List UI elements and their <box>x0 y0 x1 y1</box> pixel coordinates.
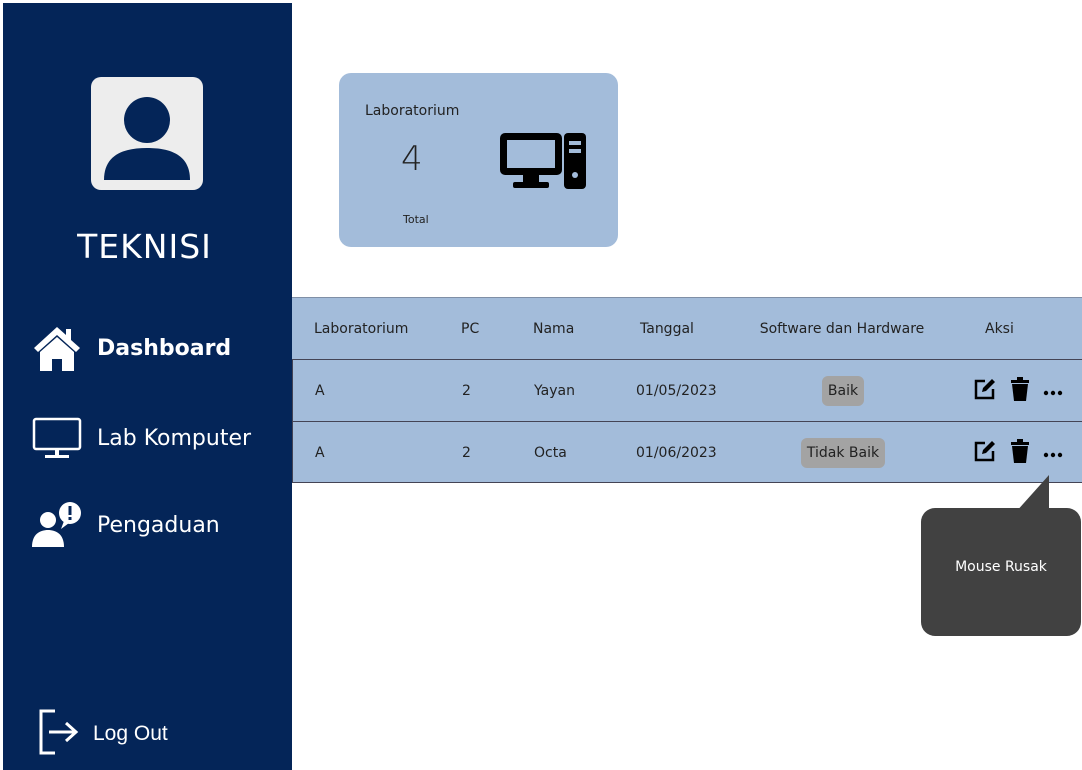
cell-pc: 2 <box>462 383 471 399</box>
nav-pengaduan[interactable]: Pengaduan <box>30 501 220 549</box>
desktop-computer-icon <box>499 131 587 195</box>
trash-icon[interactable] <box>1009 439 1031 467</box>
card-title: Laboratorium <box>365 103 460 119</box>
user-avatar-icon <box>104 97 190 180</box>
complaint-tooltip: Mouse Rusak <box>921 475 1081 636</box>
cell-nama: Octa <box>534 445 567 461</box>
row-actions <box>973 360 1063 422</box>
logout-icon <box>37 707 81 761</box>
more-options-icon[interactable] <box>1043 444 1063 463</box>
cell-nama: Yayan <box>534 383 575 399</box>
cell-status: Baik <box>753 360 933 422</box>
header-software-hardware: Software dan Hardware <box>759 321 925 337</box>
cell-laboratorium: A <box>315 383 325 399</box>
monitor-icon <box>30 415 84 461</box>
card-count: 4 <box>401 139 423 179</box>
table-row: A 2 Octa 01/06/2023 Tidak Baik <box>292 421 1082 483</box>
nav-lab-komputer[interactable]: Lab Komputer <box>30 415 251 461</box>
table-row: A 2 Yayan 01/05/2023 Baik <box>292 359 1082 421</box>
logout-button[interactable]: Log Out <box>37 707 168 761</box>
nav-dashboard[interactable]: Dashboard <box>30 323 231 373</box>
nav-dashboard-label: Dashboard <box>97 335 232 361</box>
home-icon <box>30 323 84 373</box>
app-root: TEKNISI Dashboard Lab Komputer Pengaduan… <box>0 0 1082 770</box>
logout-label: Log Out <box>93 722 168 745</box>
header-tanggal: Tanggal <box>640 321 694 337</box>
cell-tanggal: 01/05/2023 <box>636 383 717 399</box>
card-footer: Total <box>403 213 429 226</box>
header-nama: Nama <box>533 321 575 337</box>
user-role-title: TEKNISI <box>77 227 212 266</box>
cell-pc: 2 <box>462 445 471 461</box>
trash-icon[interactable] <box>1009 377 1031 405</box>
nav-pengaduan-label: Pengaduan <box>97 512 220 538</box>
cell-tanggal: 01/06/2023 <box>636 445 717 461</box>
cell-status: Tidak Baik <box>753 422 933 484</box>
table-header-row: Laboratorium PC Nama Tanggal Software da… <box>292 297 1082 359</box>
status-badge: Tidak Baik <box>800 438 886 468</box>
edit-icon[interactable] <box>973 377 997 405</box>
header-laboratorium: Laboratorium <box>314 321 409 337</box>
nav-lab-komputer-label: Lab Komputer <box>97 425 252 451</box>
user-alert-icon <box>30 501 84 549</box>
more-options-icon[interactable] <box>1043 382 1063 401</box>
avatar[interactable] <box>91 77 203 190</box>
status-badge: Baik <box>821 376 865 406</box>
edit-icon[interactable] <box>973 439 997 467</box>
header-aksi: Aksi <box>985 321 1014 337</box>
laporan-table: Laboratorium PC Nama Tanggal Software da… <box>292 297 1082 483</box>
sidebar: TEKNISI Dashboard Lab Komputer Pengaduan… <box>3 3 292 770</box>
header-pc: PC <box>461 321 480 337</box>
laboratorium-summary-card[interactable]: Laboratorium 4 Total <box>339 73 618 247</box>
cell-laboratorium: A <box>315 445 325 461</box>
tooltip-text: Mouse Rusak <box>955 559 1047 575</box>
